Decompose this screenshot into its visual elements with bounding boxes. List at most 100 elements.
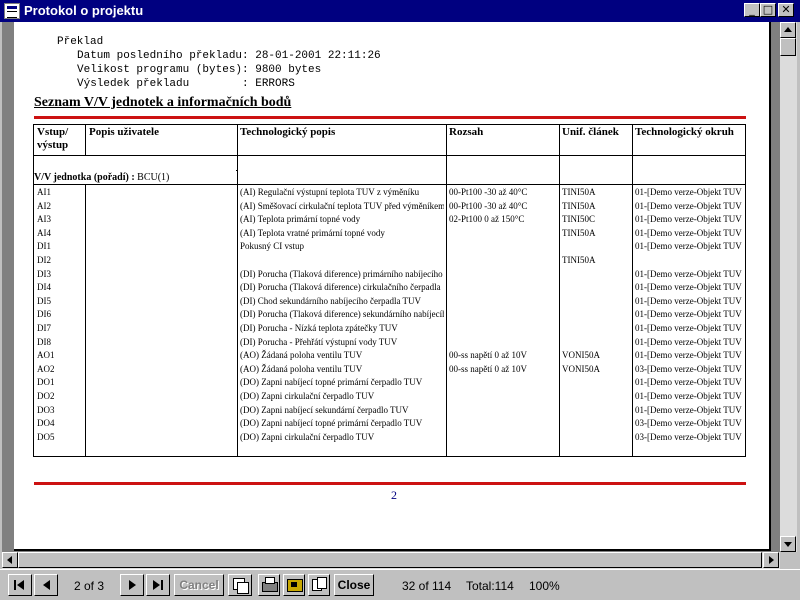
arrow-right-icon xyxy=(769,556,774,564)
copy-pages-button[interactable] xyxy=(228,574,252,596)
compile-size-line: Velikost programu (bytes): 9800 bytes xyxy=(77,64,322,76)
header-user-description: Popis uživatele xyxy=(89,126,159,138)
printer-paper xyxy=(265,577,275,584)
tech-description-cell: (AI) Teplota primární topné vody xyxy=(240,214,361,225)
col-divider xyxy=(237,124,238,457)
group-label-value: BCU(1) xyxy=(137,172,170,183)
io-cell: DO5 xyxy=(37,431,55,442)
circuit-cell: 01-[Demo verze-Objekt TUV xyxy=(635,309,742,320)
col-divider xyxy=(446,124,447,457)
horizontal-scrollbar[interactable] xyxy=(2,552,780,569)
tech-description-cell: (DI) Porucha (Tlaková diference) sekundá… xyxy=(240,309,444,320)
minimize-button[interactable]: _ xyxy=(744,3,760,17)
unif-cell: TINI50A xyxy=(562,227,596,238)
tech-description-cell: (DO) Zapni nabíjecí topné primární čerpa… xyxy=(240,418,423,429)
previous-page-button[interactable] xyxy=(34,574,58,596)
io-section-title: Seznam V/V jednotek a informačních bodů xyxy=(34,95,292,110)
last-page-button[interactable] xyxy=(146,574,170,596)
export-button[interactable] xyxy=(283,574,305,596)
tech-description-cell: (AI) Regulační výstupní teplota TUV z vý… xyxy=(240,187,420,197)
window-title-bar[interactable]: Protokol o projektu _ □ ✕ xyxy=(0,0,800,22)
range-cell: 02-Pt100 0 až 150°C xyxy=(449,214,525,225)
compile-date-line: Datum posledního překladu: 28-01-2001 22… xyxy=(77,50,381,62)
io-cell: DO2 xyxy=(37,391,55,401)
footer-rule xyxy=(34,482,746,485)
io-unit-group-label: V/V jednotka (pořadí) : BCU(1) xyxy=(34,172,169,183)
header-tech-circuit: Technologický okruh xyxy=(635,126,734,138)
circuit-cell: 03-[Demo verze-Objekt TUV xyxy=(635,431,742,442)
cancel-button[interactable]: Cancel xyxy=(174,574,224,596)
page-number: 2 xyxy=(391,488,397,502)
record-total: Total:114 xyxy=(466,579,514,593)
tech-description-cell: (AO) Žádaná poloha ventilu TUV xyxy=(240,363,363,374)
unif-cell: VONI50A xyxy=(562,363,600,374)
next-page-button[interactable] xyxy=(120,574,144,596)
maximize-button[interactable]: □ xyxy=(760,3,776,17)
tech-description-cell: (DO) Zapni cirkulační čerpadlo TUV xyxy=(240,431,375,442)
circuit-cell: 01-[Demo verze-Objekt TUV xyxy=(635,241,742,252)
tech-description-cell: (DO) Zapni nabíjecí sekundární čerpadlo … xyxy=(240,404,409,415)
print-button[interactable] xyxy=(258,574,280,596)
io-cell: AI3 xyxy=(37,214,51,225)
scroll-down-button[interactable] xyxy=(780,536,796,552)
io-cell: AI2 xyxy=(37,200,51,211)
arrow-down-icon xyxy=(784,542,792,547)
io-cell: AI1 xyxy=(37,187,51,197)
tech-description-cell: (DO) Zapni nabíjecí topné primární čerpa… xyxy=(240,377,423,388)
app-icon[interactable] xyxy=(4,3,20,19)
tech-description-cell: (DI) Porucha (Tlaková diference) primárn… xyxy=(240,268,444,279)
first-page-arrow xyxy=(17,580,24,590)
io-cell: DI1 xyxy=(37,241,51,252)
range-cell: 00-ss napětí 0 až 10V xyxy=(449,363,527,374)
scrollbar-corner xyxy=(780,552,797,569)
close-report-button[interactable]: Close xyxy=(334,574,374,596)
circuit-cell: 01-[Demo verze-Objekt TUV xyxy=(635,377,742,388)
circuit-cell: 01-[Demo verze-Objekt TUV xyxy=(635,268,742,279)
circuit-cell: 01-[Demo verze-Objekt TUV xyxy=(635,200,742,211)
circuit-cell: 01-[Demo verze-Objekt TUV xyxy=(635,404,742,415)
last-page-icon xyxy=(161,580,163,590)
arrow-up-icon xyxy=(784,27,792,32)
export-icon-disk xyxy=(291,582,297,587)
record-position: 32 of 114 xyxy=(402,579,452,593)
vertical-scroll-thumb[interactable] xyxy=(780,38,796,56)
vertical-scrollbar[interactable] xyxy=(780,22,797,552)
window-title: Protokol o projektu xyxy=(24,3,144,18)
circuit-cell: 01-[Demo verze-Objekt TUV xyxy=(635,323,742,333)
scroll-right-button[interactable] xyxy=(763,552,779,568)
first-page-button[interactable] xyxy=(8,574,32,596)
page-indicator: 2 of 3 xyxy=(74,579,105,593)
io-cell: DI3 xyxy=(37,268,51,279)
compile-heading: Překlad xyxy=(57,36,104,48)
io-cell: DO4 xyxy=(37,418,55,429)
scroll-up-button[interactable] xyxy=(780,22,796,38)
next-page-icon xyxy=(129,580,136,590)
header-io: Vstup/ výstup xyxy=(37,126,69,151)
last-page-arrow xyxy=(153,580,160,590)
tech-description-cell: (AI) Směšovací cirkulační teplota TUV př… xyxy=(240,200,444,211)
tech-description-cell: (DO) Zapni cirkulační čerpadlo TUV xyxy=(240,391,375,401)
col-divider xyxy=(632,124,633,457)
circuit-cell: 01-[Demo verze-Objekt TUV xyxy=(635,295,742,306)
scroll-left-button[interactable] xyxy=(2,552,18,568)
circuit-cell: 01-[Demo verze-Objekt TUV xyxy=(635,187,742,197)
copy-pages-icon-back xyxy=(237,582,249,594)
zoom-icon-front xyxy=(317,577,327,589)
circuit-cell: 01-[Demo verze-Objekt TUV xyxy=(635,350,742,361)
header-tech-description: Technologický popis xyxy=(240,126,336,138)
tech-description-cell: (AO) Žádaná poloha ventilu TUV xyxy=(240,350,363,361)
io-cell: DI4 xyxy=(37,282,51,293)
range-cell: 00-ss napětí 0 až 10V xyxy=(449,350,527,361)
unif-cell: TINI50A xyxy=(562,255,596,265)
tech-description-cell: (DI) Chod sekundárního nabíjecího čerpad… xyxy=(240,295,422,306)
first-page-icon xyxy=(14,580,16,590)
io-cell: AO1 xyxy=(37,350,55,361)
circuit-cell: 01-[Demo verze-Objekt TUV xyxy=(635,214,742,225)
circuit-cell: 01-[Demo verze-Objekt TUV xyxy=(635,336,742,347)
zoom-button[interactable] xyxy=(308,574,330,596)
previous-page-icon xyxy=(43,580,50,590)
close-window-button[interactable]: ✕ xyxy=(778,3,794,17)
io-cell: DI6 xyxy=(37,309,51,320)
range-cell: 00-Pt100 -30 až 40°C xyxy=(449,200,528,211)
horizontal-scroll-thumb[interactable] xyxy=(18,552,762,568)
